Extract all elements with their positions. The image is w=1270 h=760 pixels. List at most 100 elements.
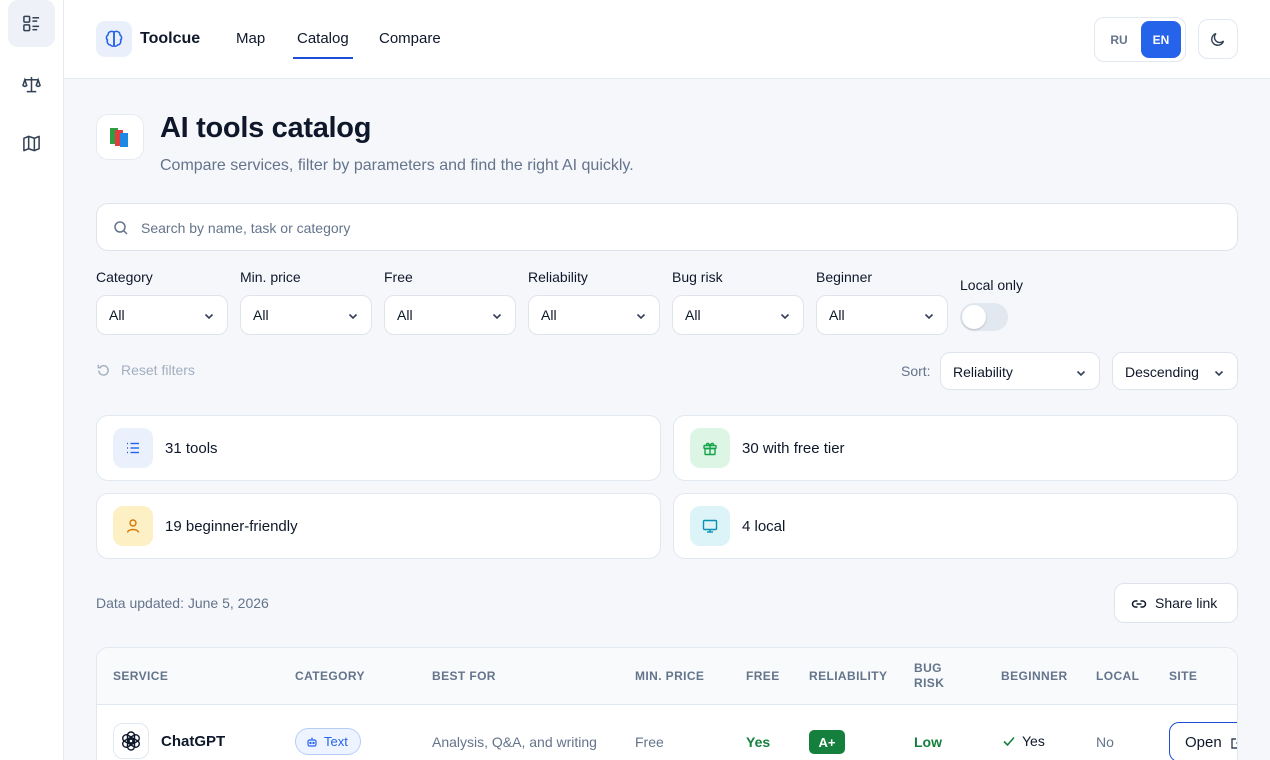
filter-bug-risk-label: Bug risk [672,269,723,285]
col-header-best-for[interactable]: Best for [432,669,496,684]
reset-icon [97,364,109,376]
scale-compare-icon [22,76,41,93]
filter-min-price-select[interactable]: All [240,295,372,335]
col-header-free[interactable]: Free [746,669,780,684]
robot-icon [307,737,317,747]
filter-category-value: All [109,307,125,323]
monitor-icon [690,506,730,546]
category-chip[interactable]: Text [295,728,361,755]
sort-field-select[interactable]: Reliability [940,352,1100,390]
chevron-down-icon [1076,370,1086,377]
search-box [96,203,1238,251]
brand-name[interactable]: Toolcue [140,30,200,48]
col-header-site: Site [1169,669,1198,683]
external-link-icon [1231,738,1237,749]
chevron-down-icon [492,313,502,320]
chevron-down-icon [780,313,790,320]
theme-toggle-button[interactable] [1198,19,1238,59]
filter-min-price-value: All [253,307,269,323]
toggle-knob [962,305,986,329]
reset-filters-button[interactable]: Reset filters [96,362,195,378]
sidebar-rail [0,0,64,760]
brand-logo[interactable] [96,21,132,57]
sidebar-item-catalog[interactable] [8,0,55,47]
cell-beginner-text: Yes [1022,733,1045,749]
sort-field-value: Reliability [953,364,1013,380]
filter-bug-risk-value: All [685,307,701,323]
service-name[interactable]: ChatGPT [161,733,225,750]
filter-free-label: Free [384,269,413,285]
link-icon [1131,600,1147,608]
search-icon [114,221,128,235]
gift-icon [690,428,730,468]
reset-filters-label: Reset filters [121,362,195,378]
filter-free-select[interactable]: All [384,295,516,335]
cell-local: No [1096,734,1114,750]
col-header-beginner[interactable]: Beginner [1001,669,1068,684]
check-icon [1003,736,1015,747]
share-link-label: Share link [1155,595,1218,611]
sort-order-select[interactable]: Descending [1112,352,1238,390]
language-switcher: RU EN [1094,17,1186,62]
stat-card-free-tier: 30 with free tier [673,415,1238,481]
brain-icon [105,30,123,47]
filter-beginner-label: Beginner [816,269,873,285]
lang-ru-button[interactable]: RU [1099,21,1139,58]
filter-bug-risk-select[interactable]: All [672,295,804,335]
stat-tools-text: 31 tools [165,440,218,457]
local-only-label: Local only [960,277,1024,293]
stat-card-local: 4 local [673,493,1238,559]
openai-logo-icon [113,723,149,759]
sort-label: Sort: [901,363,931,379]
filter-reliability-label: Reliability [528,269,588,285]
reliability-grade-badge: A+ [809,730,845,754]
chevron-down-icon [636,313,646,320]
col-header-local[interactable]: Local [1096,669,1139,684]
page-title: AI tools catalog [160,112,372,144]
stat-card-beginner: 19 beginner-friendly [96,493,661,559]
tools-table: Service Category Best for Min. price Fre… [96,647,1238,760]
col-header-service[interactable]: Service [113,669,168,684]
nav-link-map[interactable]: Map [236,30,265,47]
filter-reliability-select[interactable]: All [528,295,660,335]
cell-min-price: Free [635,734,664,750]
catalog-books-icon [96,114,144,160]
data-updated-text: Data updated: June 5, 2026 [96,595,269,611]
col-header-min-price[interactable]: Min. price [635,669,704,684]
lang-en-button[interactable]: EN [1141,21,1181,58]
category-chip-label: Text [324,734,348,749]
chevron-down-icon [1214,370,1224,377]
moon-icon [1211,32,1225,46]
user-icon [113,506,153,546]
cell-beginner: Yes [1002,733,1045,749]
stat-local-text: 4 local [742,518,786,535]
cell-free: Yes [746,734,771,750]
table-header: Service Category Best for Min. price Fre… [97,648,1237,705]
nav-link-compare[interactable]: Compare [379,30,441,47]
catalog-list-icon [23,15,40,32]
sidebar-item-map[interactable] [8,120,55,167]
stat-card-tools: 31 tools [96,415,661,481]
share-link-button[interactable]: Share link [1114,583,1238,623]
page-subtitle: Compare services, filter by parameters a… [160,157,634,174]
cell-bug-risk: Low [914,734,942,750]
list-icon [113,428,153,468]
chevron-down-icon [924,313,934,320]
nav-link-catalog[interactable]: Catalog [293,30,353,59]
filter-beginner-value: All [829,307,845,323]
filter-category-label: Category [96,269,153,285]
col-header-bug-risk[interactable]: Bug risk [914,661,962,691]
map-icon [23,135,40,152]
local-only-toggle[interactable] [960,303,1008,331]
col-header-reliability[interactable]: Reliability [809,669,887,684]
filter-category-select[interactable]: All [96,295,228,335]
col-header-category[interactable]: Category [295,669,365,684]
filter-beginner-select[interactable]: All [816,295,948,335]
filter-min-price-label: Min. price [240,269,301,285]
chevron-down-icon [204,313,214,320]
sidebar-item-compare[interactable] [8,61,55,108]
sort-order-value: Descending [1125,364,1199,380]
open-site-label: Open [1185,734,1222,751]
open-site-button[interactable]: Open [1169,722,1237,760]
search-input[interactable] [141,216,1221,240]
